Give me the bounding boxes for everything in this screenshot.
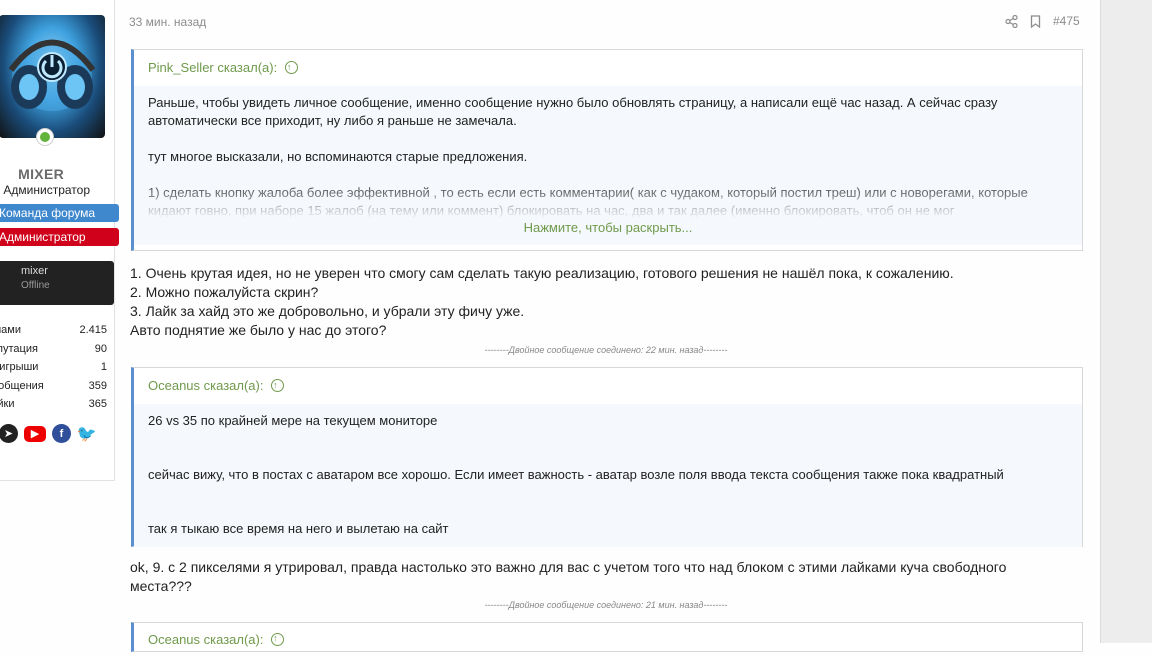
user-stats: С нами: 2.415 Репутация: 90 Выигрыши: 1 Соо… [0, 321, 107, 414]
bookmark-icon[interactable] [1030, 14, 1041, 28]
user-title: Администратор [3, 183, 90, 197]
quote-paragraph: Раньше, чтобы увидеть личное сообщение, … [148, 95, 998, 128]
quote-paragraph: тут многое высказали, но вспоминаются ст… [148, 149, 528, 164]
user-avatar[interactable] [0, 15, 105, 138]
jump-to-quote-icon[interactable] [284, 49, 298, 85]
stat-label: Выигрыши: [0, 361, 39, 373]
stat-label: Репутация: [0, 342, 38, 355]
quote-paragraph: 1) сделать кнопку жалоба более эффективн… [148, 185, 1028, 218]
quote-block: Oceanus сказал(а): [131, 621, 1083, 655]
post-message: 1. Очень крутая идея, но не уверен что с… [130, 264, 954, 340]
stat-value: 90 [94, 342, 107, 355]
quote-author-label[interactable]: Pink_Seller сказал(а): [148, 60, 277, 75]
message-line: 1. Очень крутая идея, но не уверен что с… [130, 265, 954, 281]
mini-profile-name: mixer [21, 265, 48, 277]
quote-author[interactable]: Oceanus сказал(а): [134, 367, 1082, 404]
expand-quote-link[interactable]: Нажмите, чтобы раскрыть... [134, 219, 1082, 245]
right-gutter [1100, 0, 1152, 643]
stat-value: 359 [88, 379, 107, 392]
merged-notice: --------Двойное сообщение соединено: 22 … [484, 345, 728, 355]
mini-profile[interactable]: mixer Offline [0, 261, 114, 305]
social-links: ✕ ➤ ▶ f 🐦 [0, 424, 102, 443]
username[interactable]: MIXER [0, 166, 106, 182]
stat-label: С нами: [0, 324, 21, 336]
quote-author[interactable]: Oceanus сказал(а): [134, 621, 1082, 655]
stat-row: С нами: 2.415 [0, 321, 107, 340]
message-line: Авто поднятие же было у нас до этого? [130, 322, 387, 338]
stat-row: Репутация: 90 [0, 340, 107, 359]
quote-block: Pink_Seller сказал(а): Раньше, чтобы уви… [131, 49, 1083, 251]
banner-forum-team: Команда форума [0, 204, 119, 222]
post-number-link[interactable]: #475 [1053, 14, 1080, 28]
stat-value: 2.415 [79, 324, 107, 336]
mini-profile-status: Offline [21, 280, 50, 291]
stat-value: 1 [100, 361, 107, 373]
stat-label: Сообщения: [0, 379, 44, 392]
quote-author-label[interactable]: Oceanus сказал(а): [148, 378, 263, 393]
quote-paragraph: так я тыкаю все время на него и вылетаю … [148, 521, 449, 536]
telegram-icon[interactable]: ➤ [0, 424, 18, 443]
banner-admin: Администратор [0, 228, 119, 246]
stat-row: Сообщения: 359 [0, 377, 107, 396]
jump-to-quote-icon[interactable] [271, 621, 285, 655]
message-line: 3. Лайк за хайд это же добровольно, и уб… [130, 303, 525, 319]
quote-content: Раньше, чтобы увидеть личное сообщение, … [134, 86, 1082, 219]
quote-content: 26 vs 35 по крайней мере на текущем мони… [134, 404, 1082, 547]
stat-value: 365 [88, 398, 107, 410]
message-line: 2. Можно пожалуйста скрин? [130, 284, 319, 300]
headphones-avatar-icon [8, 39, 96, 111]
user-card: MIXER Администратор Команда форума Админ… [0, 0, 119, 481]
post-actions: #475 [1005, 14, 1080, 28]
stat-row: Выигрыши: 1 [0, 358, 107, 377]
online-status-icon [36, 128, 54, 146]
youtube-icon[interactable]: ▶ [24, 425, 46, 442]
stat-row: Лайки: 365 [0, 395, 107, 414]
facebook-icon[interactable]: f [52, 424, 71, 443]
quote-author-label[interactable]: Oceanus сказал(а): [148, 632, 263, 647]
post-message: ok, 9. с 2 пикселями я утрировал, правда… [130, 559, 1007, 594]
merged-notice: --------Двойное сообщение соединено: 21 … [484, 600, 728, 610]
post-time[interactable]: 33 мин. назад [129, 15, 206, 29]
stat-label: Лайки: [0, 398, 15, 410]
quote-block: Oceanus сказал(а): 26 vs 35 по крайней м… [131, 367, 1083, 547]
quote-paragraph: 26 vs 35 по крайней мере на текущем мони… [148, 413, 438, 428]
quote-author[interactable]: Pink_Seller сказал(а): [134, 49, 1082, 86]
share-icon[interactable] [1005, 14, 1018, 28]
jump-to-quote-icon[interactable] [271, 367, 285, 403]
twitter-icon[interactable]: 🐦 [77, 424, 97, 443]
quote-paragraph: сейчас вижу, что в постах с аватаром все… [148, 467, 1004, 482]
